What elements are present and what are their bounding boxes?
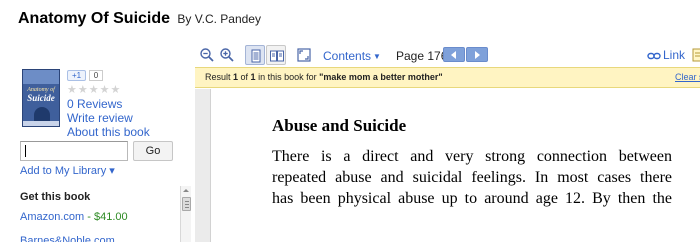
viewer-gutter	[195, 89, 211, 242]
go-button[interactable]: Go	[133, 141, 173, 161]
chevron-down-icon: ▼	[373, 52, 381, 61]
note-icon[interactable]	[692, 48, 700, 62]
next-page-button[interactable]	[466, 47, 488, 62]
barnes-noble-link[interactable]: Barnes&Noble.com	[20, 236, 115, 242]
link-button[interactable]: Link	[647, 48, 685, 62]
book-title: Anatomy Of Suicide	[18, 10, 171, 27]
star-rating[interactable]: ★★★★★	[67, 83, 121, 96]
next-page-icon	[475, 51, 480, 59]
sidebar-scrollbar[interactable]	[180, 186, 191, 242]
cover-line2: Suicide	[27, 93, 55, 103]
book-header: Anatomy Of Suicide By V.C. Pandey	[18, 10, 261, 34]
page-heading: Abuse and Suicide	[272, 116, 407, 135]
result-middle: in this book for	[255, 72, 320, 82]
clear-search-link[interactable]: Clear search	[675, 68, 700, 87]
two-page-view-button[interactable]	[266, 45, 286, 65]
amazon-store: Amazon.com	[20, 211, 85, 223]
link-label: Link	[663, 48, 686, 62]
amazon-link[interactable]: Amazon.com - $41.00	[20, 211, 128, 223]
zoom-out-icon[interactable]	[199, 47, 215, 63]
write-review-link[interactable]: Write review	[67, 111, 133, 125]
plus-one-count: 0	[89, 70, 103, 81]
page-number: Page 176	[396, 49, 448, 63]
book-viewer: Abuse and Suicide There is a direct and …	[195, 89, 700, 242]
two-page-view-icon	[270, 50, 284, 62]
search-result-bar: Result 1 of 1 in this book for "make mom…	[195, 67, 700, 88]
single-page-view-button[interactable]	[245, 45, 265, 65]
search-in-book-input[interactable]	[20, 141, 128, 161]
fullscreen-icon[interactable]	[296, 47, 312, 63]
viewer-toolbar: Contents ▼ Page 176 Link	[195, 44, 700, 66]
about-book-link[interactable]: About this book	[67, 125, 150, 139]
page-text: Abuse and Suicide There is a direct and …	[272, 116, 672, 209]
plus-one-button[interactable]: +1	[67, 70, 86, 81]
zoom-in-icon[interactable]	[219, 47, 235, 63]
amazon-price: - $41.00	[84, 211, 128, 223]
get-book-heading: Get this book	[20, 191, 91, 203]
result-of: of	[238, 72, 251, 82]
page-line: has been physical abuse up to around age…	[272, 190, 672, 207]
result-prefix: Result	[205, 72, 234, 82]
contents-dropdown[interactable]: Contents ▼	[323, 49, 381, 63]
contents-label: Contents	[323, 49, 372, 63]
page-navigation	[443, 47, 489, 62]
prev-page-button[interactable]	[443, 47, 465, 62]
book-cover[interactable]: Anatomy of Suicide	[22, 69, 60, 127]
chain-link-icon	[647, 52, 661, 60]
page-line: There is a direct and very strong connec…	[272, 148, 672, 165]
search-query: "make mom a better mother"	[319, 72, 443, 82]
add-to-library-link[interactable]: Add to My Library ▾	[20, 164, 115, 177]
prev-page-icon	[451, 51, 456, 59]
book-author: By V.C. Pandey	[177, 12, 261, 26]
page-line: repeated abuse and suicidal feelings. In…	[272, 169, 672, 186]
single-page-view-icon	[251, 49, 261, 63]
reviews-link[interactable]: 0 Reviews	[67, 97, 122, 111]
